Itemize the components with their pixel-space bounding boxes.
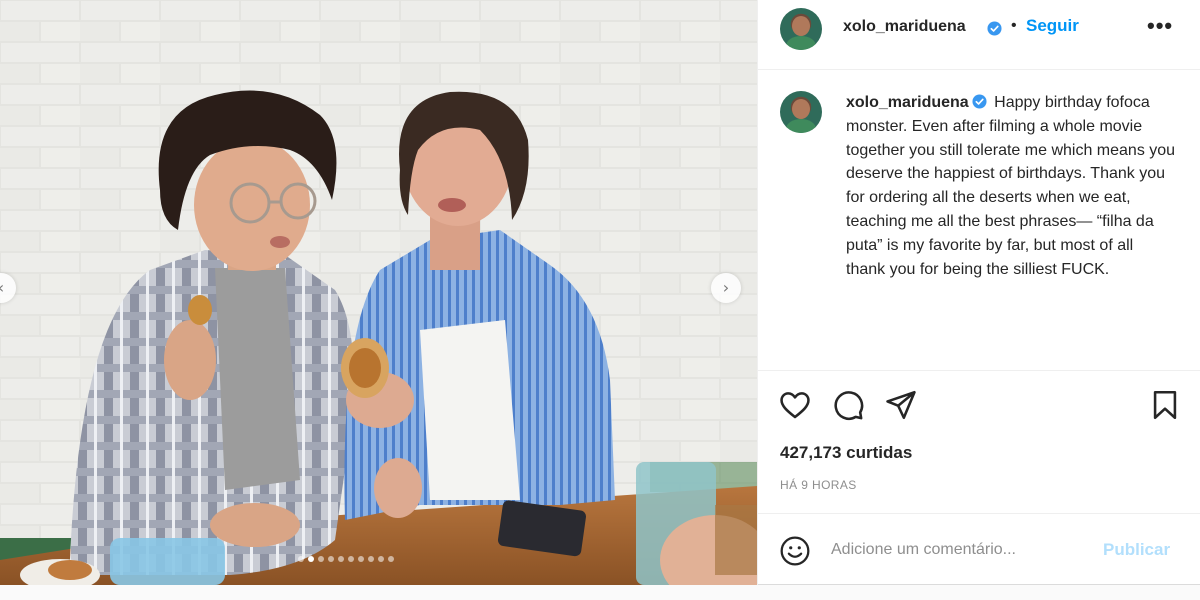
- action-bar: [758, 388, 1200, 424]
- carousel-dot: [378, 556, 384, 562]
- carousel-dot: [328, 556, 334, 562]
- carousel-dot: [348, 556, 354, 562]
- caption-text: Happy birthday fofoca monster. Even afte…: [846, 94, 1176, 278]
- comment-input[interactable]: [831, 538, 1091, 562]
- chevron-right-icon: ›: [722, 278, 730, 297]
- verified-badge-icon: [972, 94, 987, 109]
- separator-dot: •: [1011, 17, 1017, 34]
- verified-badge-icon: [987, 21, 1002, 36]
- comment-icon[interactable]: [831, 388, 865, 422]
- caption-section: xolo_mariduena Happy birthday fofoca mon…: [758, 71, 1200, 371]
- carousel-dot: [358, 556, 364, 562]
- share-icon[interactable]: [884, 388, 918, 422]
- avatar[interactable]: [780, 8, 822, 50]
- carousel-indicator: [298, 556, 394, 562]
- heart-icon[interactable]: [778, 388, 812, 422]
- follow-button[interactable]: Seguir: [1026, 16, 1079, 36]
- bookmark-icon[interactable]: [1148, 388, 1182, 422]
- instagram-post: ‹ › xolo_mariduena • Seguir ••• xolo_mar…: [0, 0, 1200, 585]
- emoji-icon[interactable]: [779, 535, 811, 567]
- post-photo: [0, 0, 757, 585]
- publish-button[interactable]: Publicar: [1103, 540, 1170, 560]
- carousel-dot: [338, 556, 344, 562]
- avatar[interactable]: [780, 91, 822, 133]
- post-timestamp[interactable]: HÁ 9 HORAS: [780, 478, 857, 492]
- post-photo-carousel[interactable]: ‹ ›: [0, 0, 757, 585]
- chevron-left-icon: ‹: [0, 280, 4, 296]
- likes-count[interactable]: 427,173 curtidas: [780, 443, 912, 463]
- carousel-dot: [318, 556, 324, 562]
- post-header: xolo_mariduena • Seguir •••: [758, 0, 1200, 70]
- comment-bar: Publicar: [758, 513, 1200, 585]
- carousel-dot: [298, 556, 304, 562]
- username-link[interactable]: xolo_mariduena: [843, 18, 966, 36]
- carousel-dot: [388, 556, 394, 562]
- caption: xolo_mariduena Happy birthday fofoca mon…: [846, 91, 1176, 281]
- more-options-button[interactable]: •••: [1147, 13, 1173, 39]
- carousel-dot: [368, 556, 374, 562]
- carousel-dot: [308, 556, 314, 562]
- post-side-panel: xolo_mariduena • Seguir ••• xolo_maridue…: [757, 0, 1200, 585]
- caption-username-link[interactable]: xolo_mariduena: [846, 94, 969, 111]
- carousel-next-button[interactable]: ›: [711, 273, 741, 303]
